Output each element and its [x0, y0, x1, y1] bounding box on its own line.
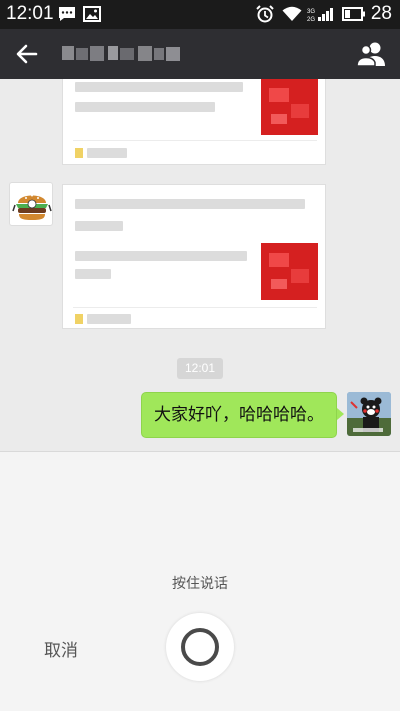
card-source-icon [75, 314, 83, 324]
battery-level: 28 [370, 3, 392, 24]
chat-area: 12:01 大家好吖，哈哈哈哈。 [0, 79, 400, 451]
message-icon [59, 7, 75, 21]
nav-bar [0, 29, 400, 79]
link-card[interactable] [62, 184, 326, 329]
link-card[interactable] [62, 79, 326, 165]
message-bubble-self[interactable]: 大家好吖，哈哈哈哈。 [141, 392, 337, 438]
card-source-redacted [87, 148, 127, 158]
hold-to-talk-hint: 按住说话 [172, 576, 228, 592]
card-text-redacted [75, 221, 123, 231]
bear-avatar-icon [347, 392, 391, 436]
record-button[interactable] [166, 613, 234, 681]
cancel-button[interactable]: 取消 [44, 636, 78, 661]
wifi-icon [282, 6, 302, 21]
card-divider [73, 140, 317, 141]
chat-title-redacted [62, 46, 180, 61]
card-thumbnail [261, 79, 318, 135]
signal-icon: 3G 2G [307, 8, 333, 22]
status-time: 12:01 [6, 3, 54, 24]
battery-icon [342, 7, 365, 21]
group-icon[interactable] [356, 41, 388, 67]
image-icon [83, 6, 101, 22]
burger-avatar-icon [12, 194, 52, 220]
voice-input-panel: 按住说话 取消 [0, 451, 400, 711]
svg-text:2G: 2G [307, 17, 315, 22]
svg-text:3G: 3G [307, 9, 315, 15]
avatar-self[interactable] [347, 392, 391, 436]
card-source-icon [75, 148, 83, 158]
status-bar: 12:01 3G 2G 28 [0, 0, 400, 29]
record-circle-icon [181, 628, 219, 666]
card-text-redacted [75, 82, 243, 92]
bubble-tail [337, 408, 344, 420]
card-thumbnail [261, 243, 318, 300]
arrow-left-icon[interactable] [14, 42, 40, 66]
card-text-redacted [75, 199, 305, 209]
alarm-icon [256, 5, 274, 23]
message-timestamp: 12:01 [177, 358, 223, 379]
card-text-redacted [75, 102, 215, 112]
card-text-redacted [75, 269, 111, 279]
card-divider [73, 307, 317, 308]
card-source-redacted [87, 314, 131, 324]
card-text-redacted [75, 251, 247, 261]
avatar-other[interactable] [9, 182, 53, 226]
